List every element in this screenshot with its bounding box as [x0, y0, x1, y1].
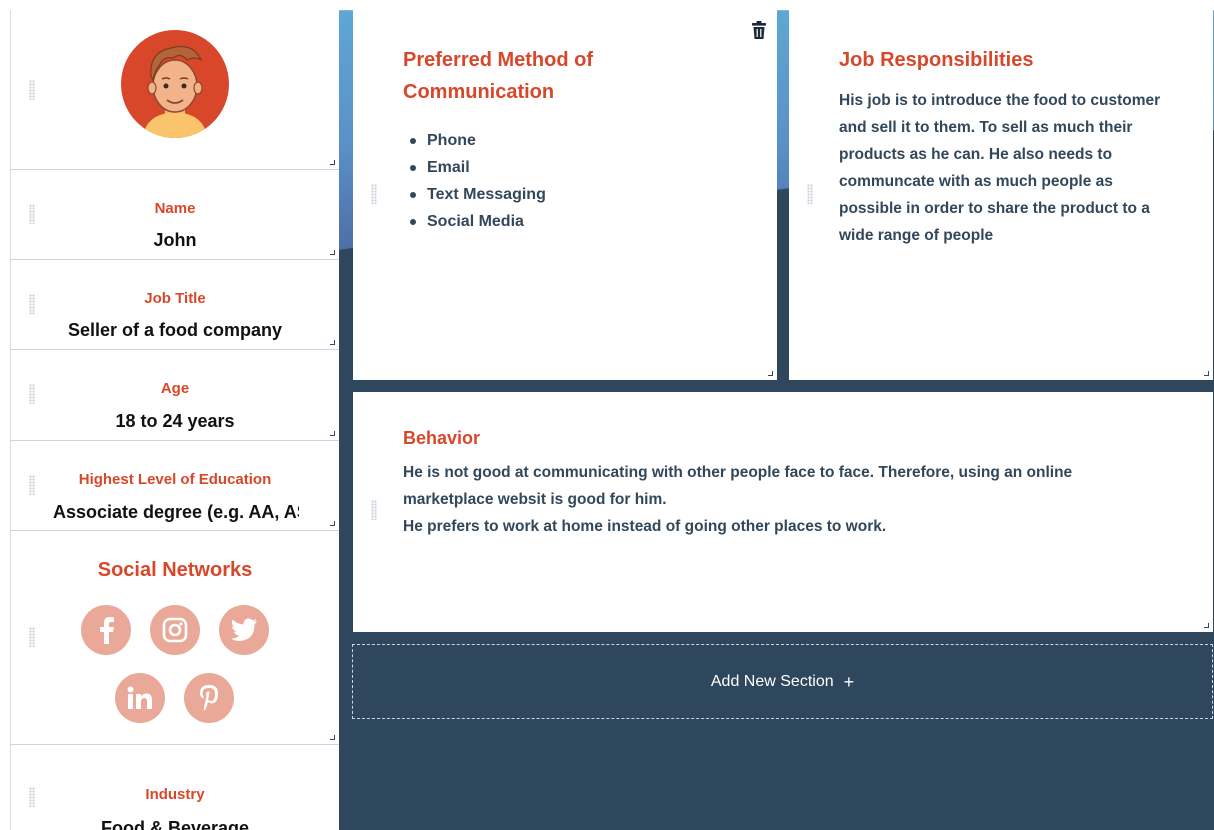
communication-title: Preferred Method of Communication: [403, 49, 594, 103]
age-card[interactable]: Age 18 to 24 years: [11, 350, 339, 441]
behavior-title: Behavior: [403, 428, 481, 448]
field-label: Age: [160, 380, 190, 397]
list-item: Email: [405, 154, 546, 181]
avatar-card[interactable]: [11, 10, 339, 170]
job-title-card[interactable]: Job Title Seller of a food company: [11, 260, 339, 350]
drag-handle-icon[interactable]: [371, 500, 377, 520]
drag-handle-icon[interactable]: [371, 184, 377, 204]
communication-list: Phone Email Text Messaging Social Media: [405, 127, 546, 235]
add-section-label: Add New Section: [710, 672, 834, 690]
twitter-icon[interactable]: [219, 605, 269, 655]
drag-handle-icon[interactable]: [29, 627, 35, 647]
person-avatar-icon: [121, 30, 229, 138]
resize-handle-icon[interactable]: [330, 250, 335, 255]
add-section-button[interactable]: Add New Section +: [352, 644, 1213, 719]
field-label: Name: [154, 200, 196, 217]
persona-editor: Name John Job Title Seller of a food com…: [0, 0, 1214, 830]
facebook-icon[interactable]: [81, 605, 131, 655]
pinterest-icon[interactable]: [184, 673, 234, 723]
drag-handle-icon[interactable]: [29, 80, 35, 100]
industry-card[interactable]: Industry Food & Beverage: [11, 745, 339, 830]
instagram-icon[interactable]: [150, 605, 200, 655]
resize-handle-icon[interactable]: [330, 160, 335, 165]
social-networks-card[interactable]: Social Networks: [11, 531, 339, 745]
resize-handle-icon[interactable]: [1204, 371, 1209, 376]
list-item: Phone: [405, 127, 546, 154]
behavior-card[interactable]: Behavior He is not good at communicating…: [353, 392, 1213, 632]
field-label: Highest Level of Education: [78, 471, 272, 488]
field-value: John: [153, 230, 197, 250]
resize-handle-icon[interactable]: [330, 431, 335, 436]
drag-handle-icon[interactable]: [807, 184, 813, 204]
list-item: Text Messaging: [405, 181, 546, 208]
linkedin-icon[interactable]: [115, 673, 165, 723]
field-label: Job Title: [144, 290, 206, 307]
communication-card[interactable]: Preferred Method of Communication Phone …: [353, 10, 777, 380]
resize-handle-icon[interactable]: [330, 340, 335, 345]
name-card[interactable]: Name John: [11, 170, 339, 260]
field-value: Associate degree (e.g. AA, AS): [53, 502, 299, 522]
field-value: Seller of a food company: [67, 320, 283, 340]
responsibilities-text: His job is to introduce the food to cust…: [839, 92, 1161, 244]
behavior-paragraph: He prefers to work at home instead of go…: [403, 518, 887, 535]
resize-handle-icon[interactable]: [330, 521, 335, 526]
behavior-paragraph: He is not good at communicating with oth…: [403, 464, 1073, 508]
trash-icon[interactable]: [751, 20, 767, 40]
list-item: Social Media: [405, 208, 546, 235]
field-label: Industry: [145, 786, 205, 803]
plus-icon: +: [843, 671, 855, 692]
field-value: 18 to 24 years: [115, 411, 235, 431]
resize-handle-icon[interactable]: [768, 371, 773, 376]
resize-handle-icon[interactable]: [1204, 623, 1209, 628]
responsibilities-card[interactable]: Job Responsibilities His job is to intro…: [789, 10, 1213, 380]
responsibilities-title: Job Responsibilities: [839, 49, 1034, 71]
profile-column: Name John Job Title Seller of a food com…: [10, 10, 339, 830]
education-card[interactable]: Highest Level of Education Associate deg…: [11, 441, 339, 531]
field-value: Food & Beverage: [100, 818, 250, 830]
social-networks-title: Social Networks: [97, 559, 253, 581]
resize-handle-icon[interactable]: [330, 735, 335, 740]
